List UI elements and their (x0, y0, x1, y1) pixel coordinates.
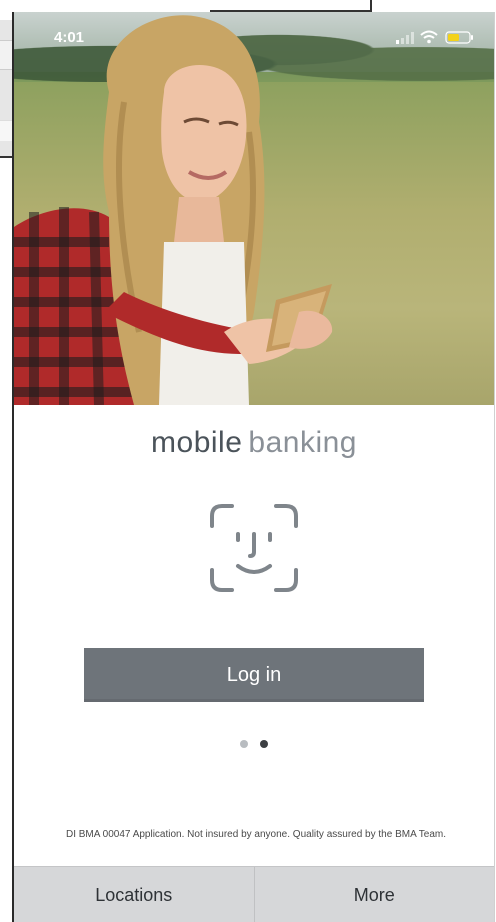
page-dot-2-active[interactable] (260, 740, 268, 748)
logo-word-mobile: mobile (151, 426, 243, 459)
page-indicator[interactable] (236, 740, 276, 750)
status-bar: 4:01 (14, 12, 494, 56)
tab-more[interactable]: More (253, 867, 495, 922)
bottom-tab-bar: Locations More (14, 866, 494, 922)
background-window-bar (210, 0, 372, 12)
status-time: 4:01 (54, 29, 85, 46)
wifi-icon (420, 30, 438, 44)
page-dot-1[interactable] (240, 740, 248, 748)
signal-icon (396, 32, 414, 44)
battery-icon (445, 31, 473, 44)
tab-locations[interactable]: Locations (14, 867, 254, 922)
app-logo: mobile banking (14, 426, 494, 460)
woman-with-phone-image (14, 15, 333, 405)
face-id-icon[interactable] (206, 500, 302, 596)
phone-screen: 4:01 mobile banking Log in DI BMA 00047 … (12, 12, 495, 922)
disclaimer-text: DI BMA 00047 Application. Not insured by… (65, 829, 447, 840)
hero-photo: 4:01 (14, 12, 494, 405)
logo-word-banking: banking (248, 426, 357, 459)
login-button[interactable]: Log in (84, 648, 424, 702)
